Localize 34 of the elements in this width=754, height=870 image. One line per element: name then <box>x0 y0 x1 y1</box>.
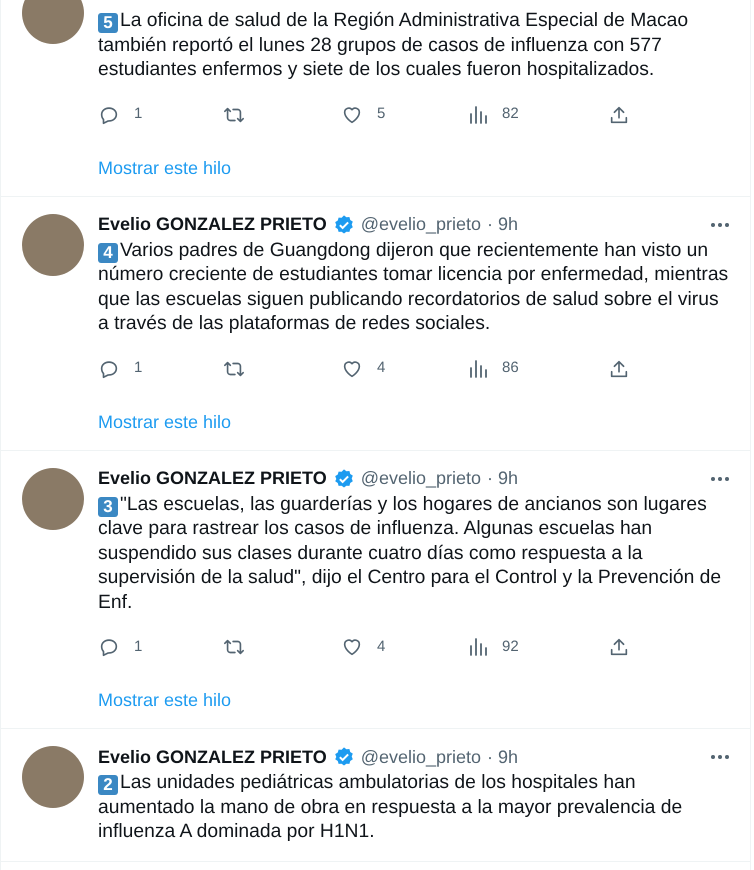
view-count: 92 <box>502 636 519 657</box>
author-name[interactable]: Evelio GONZALEZ PRIETO <box>98 465 327 492</box>
user-handle[interactable]: @evelio_prieto <box>360 211 482 238</box>
like-count: 4 <box>377 358 386 378</box>
avatar[interactable] <box>22 0 84 44</box>
user-handle[interactable]: @evelio_prieto <box>360 465 482 492</box>
number-keycap: 3 <box>98 496 118 516</box>
view-count: 82 <box>502 104 519 124</box>
bar-chart-icon[interactable] <box>468 358 488 380</box>
share-icon[interactable] <box>608 636 630 658</box>
number-keycap: 5 <box>98 13 118 33</box>
post-text: 4 Varios padres de Guangdong dijeron que recientemente han visto un número creciente de estudiantes tomar licencia por enfermedad, mientras que las escuelas siguen publicando recordatorios de salud sobre el virus a través de las plataformas de redes sociales. <box>98 238 730 336</box>
post-text: 3 "Las escuelas, las guarderías y los hogares de ancianos son lugares clave para rastrear los casos de influenza. Algunas escuelas han suspendido sus clases durante cuatro días como respuesta a la supervisión de la salud", dijo el Centro para el Control y la Prevención de Enf. <box>98 492 722 614</box>
post-time[interactable]: · 9h <box>487 211 518 238</box>
reply-count: 1 <box>134 104 142 124</box>
post-time[interactable]: · 9h <box>487 465 518 492</box>
bar-chart-icon[interactable] <box>468 636 488 658</box>
more-options-icon[interactable] <box>710 222 730 228</box>
reply-count: 1 <box>134 358 142 378</box>
bar-chart-icon[interactable] <box>468 104 488 126</box>
post-text: 5 La oficina de salud de la Región Administrativa Especial de Macao también reportó el lunes 28 grupos de casos de influenza con 577 estudiantes enfermos y siete de los cuales fueron hospitalizados. <box>98 9 690 82</box>
user-handle[interactable]: @evelio_prieto <box>360 744 482 770</box>
view-count: 86 <box>502 358 519 378</box>
reply-count: 1 <box>134 636 142 657</box>
like-count: 5 <box>377 104 386 124</box>
author-name[interactable]: Evelio GONZALEZ PRIETO <box>98 744 327 770</box>
post-text: 2 Las unidades pediátricas ambulatorias de los hospitales han aumentado la mano de obra en respuesta a la mayor prevalencia de influenza A dominada por H1N1. <box>98 771 684 844</box>
author-name[interactable]: Evelio GONZALEZ PRIETO <box>98 211 327 238</box>
like-count: 4 <box>377 636 386 657</box>
more-options-icon[interactable] <box>710 476 730 482</box>
more-options-icon[interactable] <box>710 754 730 760</box>
number-keycap: 2 <box>98 775 118 795</box>
number-keycap: 4 <box>98 242 118 262</box>
post-time[interactable]: · 9h <box>487 744 518 770</box>
